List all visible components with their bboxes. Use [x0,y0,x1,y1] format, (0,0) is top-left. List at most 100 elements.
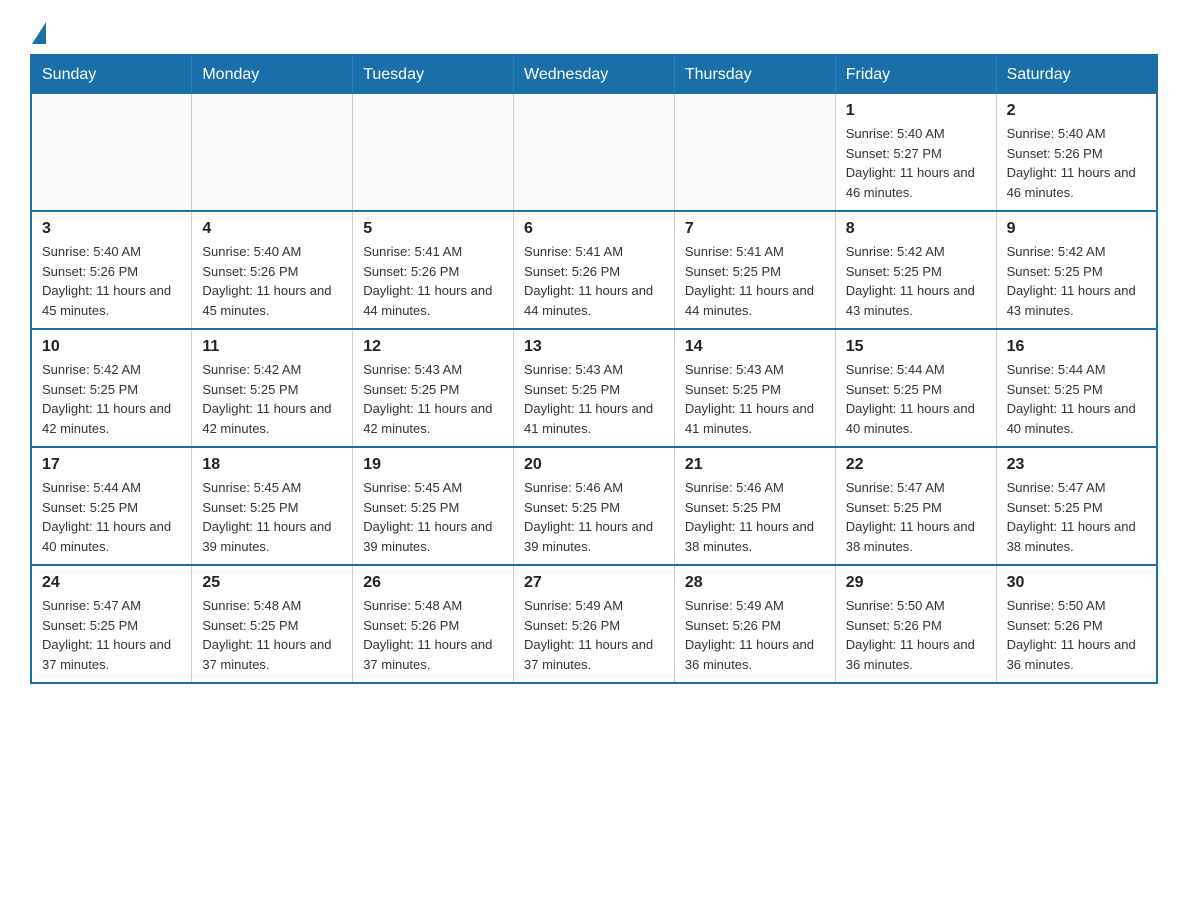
calendar-header-saturday: Saturday [996,55,1157,94]
calendar-cell: 29Sunrise: 5:50 AM Sunset: 5:26 PM Dayli… [835,565,996,683]
day-number: 11 [202,338,342,356]
day-number: 28 [685,574,825,592]
calendar-cell: 12 Sunrise: 5:43 AM Sunset: 5:25 PM Dayli… [353,329,514,447]
day-info: Sunrise: 5:41 AM Sunset: 5:26 PM Dayligh… [363,242,503,320]
day-number: 27 [524,574,664,592]
calendar-cell: 14 Sunrise: 5:43 AM Sunset: 5:25 PM Dayli… [674,329,835,447]
calendar-cell: 9 Sunrise: 5:42 AM Sunset: 5:25 PM Daylig… [996,211,1157,329]
day-info: Sunrise: 5:49 AM Sunset: 5:26 PM Dayligh… [685,596,825,674]
day-number: 4 [202,220,342,238]
calendar-week-3: 10 Sunrise: 5:42 AM Sunset: 5:25 PM Dayli… [31,329,1157,447]
day-info: Sunrise: 5:40 AM Sunset: 5:26 PM Dayligh… [202,242,342,320]
calendar-cell: 10 Sunrise: 5:42 AM Sunset: 5:25 PM Dayli… [31,329,192,447]
calendar-cell: 8Sunrise: 5:42 AM Sunset: 5:25 PM Daylig… [835,211,996,329]
header [30,20,1158,38]
day-number: 20 [524,456,664,474]
day-info: Sunrise: 5:43 AM Sunset: 5:25 PM Dayligh… [363,360,503,438]
calendar-header-tuesday: Tuesday [353,55,514,94]
day-info: Sunrise: 5:43 AM Sunset: 5:25 PM Dayligh… [685,360,825,438]
day-number: 9 [1007,220,1146,238]
day-number: 26 [363,574,503,592]
calendar-cell: 27 Sunrise: 5:49 AM Sunset: 5:26 PM Dayli… [514,565,675,683]
calendar-cell [31,94,192,211]
calendar-cell: 3 Sunrise: 5:40 AM Sunset: 5:26 PM Daylig… [31,211,192,329]
calendar-week-1: 1 Sunrise: 5:40 AM Sunset: 5:27 PM Daylig… [31,94,1157,211]
day-number: 30 [1007,574,1146,592]
calendar-cell: 11 Sunrise: 5:42 AM Sunset: 5:25 PM Dayli… [192,329,353,447]
day-info: Sunrise: 5:42 AM Sunset: 5:25 PM Dayligh… [42,360,181,438]
calendar-cell: 17 Sunrise: 5:44 AM Sunset: 5:25 PM Dayli… [31,447,192,565]
day-info: Sunrise: 5:41 AM Sunset: 5:25 PM Dayligh… [685,242,825,320]
calendar-cell: 5 Sunrise: 5:41 AM Sunset: 5:26 PM Daylig… [353,211,514,329]
calendar-cell: 7 Sunrise: 5:41 AM Sunset: 5:25 PM Daylig… [674,211,835,329]
day-number: 2 [1007,102,1146,120]
calendar-cell: 22 Sunrise: 5:47 AM Sunset: 5:25 PM Dayli… [835,447,996,565]
day-info: Sunrise: 5:44 AM Sunset: 5:25 PM Dayligh… [42,478,181,556]
day-number: 5 [363,220,503,238]
day-info: Sunrise: 5:48 AM Sunset: 5:26 PM Dayligh… [363,596,503,674]
day-info: Sunrise: 5:40 AM Sunset: 5:26 PM Dayligh… [1007,124,1146,202]
calendar-cell: 18Sunrise: 5:45 AM Sunset: 5:25 PM Dayli… [192,447,353,565]
calendar-cell: 26 Sunrise: 5:48 AM Sunset: 5:26 PM Dayli… [353,565,514,683]
logo-general-text [30,20,46,42]
day-info: Sunrise: 5:42 AM Sunset: 5:25 PM Dayligh… [202,360,342,438]
logo [30,20,46,38]
day-number: 24 [42,574,181,592]
day-number: 14 [685,338,825,356]
calendar-header-friday: Friday [835,55,996,94]
calendar-header-monday: Monday [192,55,353,94]
calendar-cell: 23 Sunrise: 5:47 AM Sunset: 5:25 PM Dayli… [996,447,1157,565]
calendar-cell [514,94,675,211]
day-number: 15 [846,338,986,356]
day-number: 10 [42,338,181,356]
day-number: 6 [524,220,664,238]
day-info: Sunrise: 5:40 AM Sunset: 5:26 PM Dayligh… [42,242,181,320]
day-info: Sunrise: 5:44 AM Sunset: 5:25 PM Dayligh… [846,360,986,438]
calendar-cell: 28 Sunrise: 5:49 AM Sunset: 5:26 PM Dayli… [674,565,835,683]
day-info: Sunrise: 5:49 AM Sunset: 5:26 PM Dayligh… [524,596,664,674]
day-number: 13 [524,338,664,356]
day-info: Sunrise: 5:50 AM Sunset: 5:26 PM Dayligh… [846,596,986,674]
day-info: Sunrise: 5:50 AM Sunset: 5:26 PM Dayligh… [1007,596,1146,674]
day-number: 17 [42,456,181,474]
calendar-cell [674,94,835,211]
calendar-cell: 30 Sunrise: 5:50 AM Sunset: 5:26 PM Dayli… [996,565,1157,683]
calendar-cell: 21 Sunrise: 5:46 AM Sunset: 5:25 PM Dayli… [674,447,835,565]
day-number: 23 [1007,456,1146,474]
day-number: 21 [685,456,825,474]
day-info: Sunrise: 5:47 AM Sunset: 5:25 PM Dayligh… [846,478,986,556]
day-info: Sunrise: 5:45 AM Sunset: 5:25 PM Dayligh… [363,478,503,556]
calendar-cell: 24 Sunrise: 5:47 AM Sunset: 5:25 PM Dayli… [31,565,192,683]
day-number: 7 [685,220,825,238]
calendar-cell: 13 Sunrise: 5:43 AM Sunset: 5:25 PM Dayli… [514,329,675,447]
day-number: 22 [846,456,986,474]
calendar-week-4: 17 Sunrise: 5:44 AM Sunset: 5:25 PM Dayli… [31,447,1157,565]
day-info: Sunrise: 5:46 AM Sunset: 5:25 PM Dayligh… [524,478,664,556]
day-info: Sunrise: 5:47 AM Sunset: 5:25 PM Dayligh… [42,596,181,674]
day-number: 12 [363,338,503,356]
day-info: Sunrise: 5:46 AM Sunset: 5:25 PM Dayligh… [685,478,825,556]
day-number: 1 [846,102,986,120]
calendar-week-2: 3 Sunrise: 5:40 AM Sunset: 5:26 PM Daylig… [31,211,1157,329]
day-info: Sunrise: 5:42 AM Sunset: 5:25 PM Dayligh… [1007,242,1146,320]
calendar-header-sunday: Sunday [31,55,192,94]
day-info: Sunrise: 5:43 AM Sunset: 5:25 PM Dayligh… [524,360,664,438]
day-info: Sunrise: 5:47 AM Sunset: 5:25 PM Dayligh… [1007,478,1146,556]
calendar-header-thursday: Thursday [674,55,835,94]
calendar-cell: 16Sunrise: 5:44 AM Sunset: 5:25 PM Dayli… [996,329,1157,447]
calendar-cell [192,94,353,211]
calendar-cell: 2 Sunrise: 5:40 AM Sunset: 5:26 PM Daylig… [996,94,1157,211]
calendar-cell [353,94,514,211]
calendar-cell: 1 Sunrise: 5:40 AM Sunset: 5:27 PM Daylig… [835,94,996,211]
day-number: 16 [1007,338,1146,356]
day-number: 3 [42,220,181,238]
day-info: Sunrise: 5:40 AM Sunset: 5:27 PM Dayligh… [846,124,986,202]
day-info: Sunrise: 5:45 AM Sunset: 5:25 PM Dayligh… [202,478,342,556]
day-info: Sunrise: 5:48 AM Sunset: 5:25 PM Dayligh… [202,596,342,674]
calendar-cell: 4 Sunrise: 5:40 AM Sunset: 5:26 PM Daylig… [192,211,353,329]
calendar-header-row: SundayMondayTuesdayWednesdayThursdayFrid… [31,55,1157,94]
day-number: 25 [202,574,342,592]
logo-triangle-icon [32,22,46,44]
day-number: 8 [846,220,986,238]
calendar-week-5: 24 Sunrise: 5:47 AM Sunset: 5:25 PM Dayli… [31,565,1157,683]
